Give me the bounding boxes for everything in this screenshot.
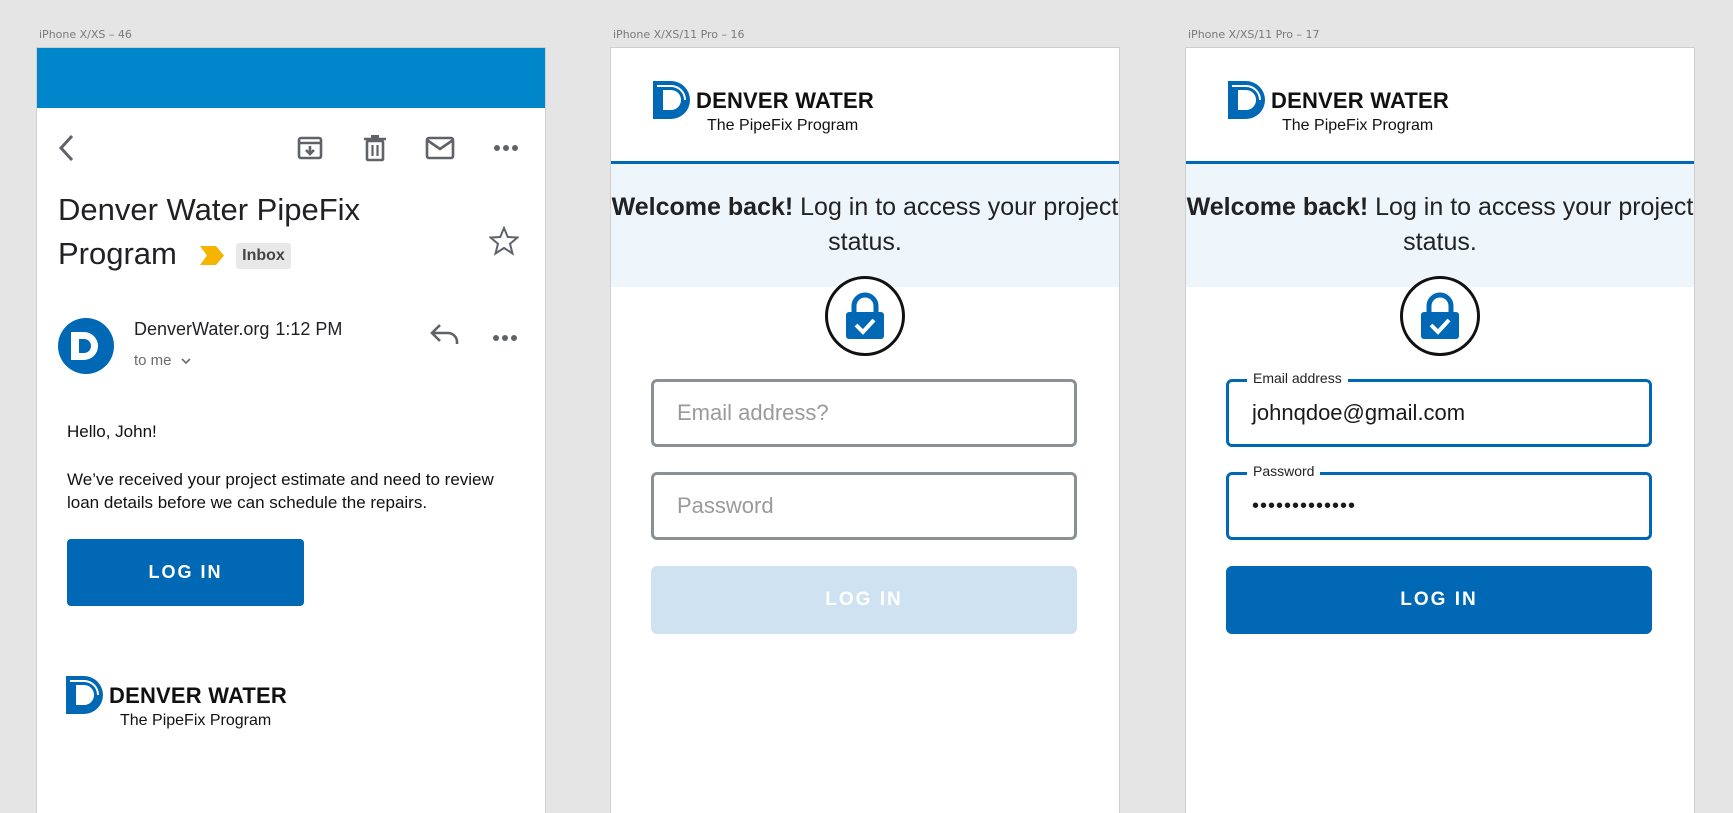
sender-line: DenverWater.org 1:12 PM <box>134 319 342 340</box>
email-frame: Denver Water PipeFix Program Inbox Denve… <box>37 48 545 813</box>
inbox-label-chip[interactable]: Inbox <box>236 242 291 269</box>
logo-name: DENVER WATER <box>696 88 875 113</box>
password-field[interactable]: Password ••••••••••••• <box>1226 463 1652 540</box>
welcome-banner: Welcome back! Log in to access your proj… <box>611 164 1119 287</box>
login-header: DENVER WATER The PipeFix Program <box>1186 48 1694 164</box>
denver-water-logo-icon <box>653 81 690 119</box>
email-field[interactable]: Email address? <box>651 379 1077 447</box>
recipient-text: to me <box>134 352 172 369</box>
artboard-label: iPhone X/XS – 46 <box>39 28 132 41</box>
email-body: We’ve received your project estimate and… <box>67 470 494 512</box>
email-label: Email address <box>1247 370 1348 386</box>
chevron-down-icon <box>181 358 191 365</box>
logo-name: DENVER WATER <box>109 683 288 708</box>
denver-water-logo-icon <box>66 676 103 714</box>
message-more-icon[interactable] <box>492 322 524 354</box>
welcome-text: Log in to access your project status. <box>793 193 1119 256</box>
login-button[interactable]: LOG IN <box>1226 566 1652 634</box>
logo-program: The PipeFix Program <box>120 712 272 729</box>
login-header: DENVER WATER The PipeFix Program <box>611 48 1119 164</box>
lock-icon <box>825 276 905 356</box>
password-value: ••••••••••••• <box>1252 494 1357 517</box>
welcome-bold: Welcome back! <box>611 193 794 221</box>
star-icon[interactable] <box>487 225 521 256</box>
welcome-banner: Welcome back! Log in to access your proj… <box>1186 164 1694 287</box>
email-greeting: Hello, John! <box>67 422 157 441</box>
welcome-text: Log in to access your project status. <box>1368 193 1694 256</box>
archive-icon[interactable] <box>294 132 326 164</box>
importance-marker-icon[interactable] <box>199 246 224 266</box>
more-icon[interactable] <box>490 132 522 164</box>
password-label: Password <box>1247 463 1321 479</box>
password-field[interactable]: Password <box>651 472 1077 540</box>
email-placeholder: Email address? <box>677 400 829 425</box>
status-bar <box>37 48 545 108</box>
delete-icon[interactable] <box>359 132 391 164</box>
email-subject: Denver Water PipeFix Program Inbox <box>58 188 438 276</box>
logo-program: The PipeFix Program <box>707 117 859 134</box>
reply-icon[interactable] <box>430 322 462 354</box>
lock-icon <box>1400 276 1480 356</box>
sender-name: DenverWater.org <box>134 319 270 339</box>
email-login-button[interactable]: LOG IN <box>67 539 304 606</box>
logo-name: DENVER WATER <box>1271 88 1450 113</box>
login-empty-frame: DENVER WATER The PipeFix Program Welcome… <box>611 48 1119 813</box>
welcome-bold: Welcome back! <box>1186 193 1369 221</box>
avatar[interactable] <box>58 318 114 374</box>
recipient-toggle[interactable]: to me <box>134 352 192 369</box>
back-icon[interactable] <box>51 132 83 164</box>
email-time: 1:12 PM <box>275 319 343 339</box>
mail-icon[interactable] <box>424 132 456 164</box>
logo-program: The PipeFix Program <box>1282 117 1434 134</box>
denver-water-logo-icon <box>1228 81 1265 119</box>
artboard-label: iPhone X/XS/11 Pro – 16 <box>613 28 745 41</box>
email-toolbar <box>37 108 545 186</box>
artboard-label: iPhone X/XS/11 Pro – 17 <box>1188 28 1320 41</box>
login-filled-frame: DENVER WATER The PipeFix Program Welcome… <box>1186 48 1694 813</box>
email-field[interactable]: Email address johnqdoe@gmail.com <box>1226 370 1652 447</box>
email-value: johnqdoe@gmail.com <box>1252 400 1466 425</box>
password-placeholder: Password <box>677 493 774 518</box>
design-canvas: iPhone X/XS – 46 iPhone X/XS/11 Pro – 16… <box>0 0 1733 813</box>
login-button-disabled[interactable]: LOG IN <box>651 566 1077 634</box>
